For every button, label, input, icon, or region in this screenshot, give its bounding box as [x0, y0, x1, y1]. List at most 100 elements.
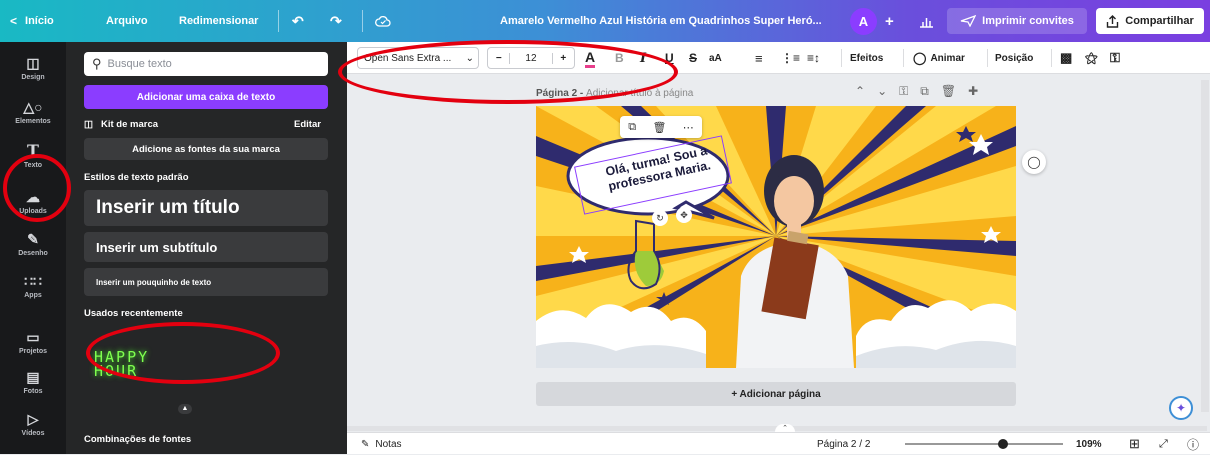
avatar[interactable]: A: [850, 8, 877, 35]
more-icon[interactable]: ⋯: [683, 121, 694, 134]
divider: [841, 49, 842, 67]
home-button[interactable]: < Início: [10, 0, 54, 42]
underline-icon[interactable]: U: [665, 42, 674, 74]
trash-icon[interactable]: 🗑: [941, 84, 968, 98]
subheading-style[interactable]: Inserir um subtítulo: [84, 232, 328, 262]
bold-icon[interactable]: B: [615, 42, 624, 74]
lock-icon[interactable]: ⚿: [899, 84, 920, 98]
italic-icon[interactable]: I: [640, 42, 646, 74]
brand-kit[interactable]: ◫ Kit de marca: [84, 119, 158, 130]
text-color-icon[interactable]: A: [585, 42, 596, 74]
magic-assistant-icon[interactable]: ✦: [1169, 396, 1193, 420]
briefcase-icon: ◫: [84, 119, 93, 130]
letter-case-icon[interactable]: aA: [709, 42, 722, 74]
font-size-stepper[interactable]: − 12 +: [487, 47, 575, 69]
notes-button[interactable]: ✎ Notas: [361, 433, 402, 455]
share-button[interactable]: Compartilhar: [1096, 8, 1204, 34]
align-center-icon[interactable]: ≡: [755, 42, 763, 74]
minus-icon[interactable]: −: [488, 53, 509, 64]
layout-icon: ◫: [26, 55, 40, 71]
redo-icon[interactable]: ↷: [330, 0, 342, 42]
top-bar: < Início Arquivo Redimensionar ↶ ↷ Amare…: [0, 0, 1210, 42]
body-text-style[interactable]: Inserir um pouquinho de texto: [84, 268, 328, 296]
folder-icon: ▭: [26, 329, 40, 345]
list-icon[interactable]: ⋮≡: [781, 42, 800, 74]
notes-icon: ✎: [361, 438, 370, 450]
spacing-icon[interactable]: ≡↕: [807, 42, 820, 74]
lock-icon[interactable]: ⚿: [1110, 42, 1120, 74]
zoom-level[interactable]: 109%: [1076, 433, 1102, 455]
rail-videos[interactable]: ▷ Vídeos: [0, 404, 66, 454]
font-combos-heading: Combinações de fontes: [84, 434, 192, 445]
vertical-scrollbar[interactable]: [1201, 80, 1209, 412]
search-input[interactable]: ⚲ Busque texto: [84, 52, 328, 76]
help-icon[interactable]: ⓘ: [1187, 433, 1199, 455]
status-bar: ✎ Notas Página 2 / 2 109% ⊞ ⤢ ⓘ: [347, 432, 1210, 454]
recent-heading: Usados recentemente: [84, 308, 183, 319]
rotate-icon[interactable]: ↻: [652, 210, 668, 226]
text-icon: T: [27, 141, 39, 160]
move-icon[interactable]: ✥: [676, 207, 692, 223]
shapes-icon: △○: [23, 99, 43, 115]
print-invites-button[interactable]: Imprimir convites: [947, 8, 1087, 34]
effects-button[interactable]: Efeitos: [850, 42, 883, 74]
position-button[interactable]: Posição: [995, 42, 1033, 74]
trash-icon[interactable]: 🗑: [652, 121, 666, 134]
document-title[interactable]: Amarelo Vermelho Azul História em Quadri…: [500, 0, 840, 42]
rail-text[interactable]: T Texto: [0, 136, 66, 186]
font-family-select[interactable]: Open Sans Extra ... ⌄: [357, 47, 479, 69]
add-page-icon[interactable]: ✚: [968, 84, 990, 98]
page-controls: ⌃⌄⚿⧉🗑✚: [855, 84, 990, 99]
heading-style[interactable]: Inserir um título: [84, 190, 328, 226]
video-icon: ▷: [27, 411, 39, 427]
zoom-slider[interactable]: [905, 433, 1063, 455]
add-page-button[interactable]: + Adicionar página: [536, 382, 1016, 406]
add-brand-fonts-button[interactable]: Adicione as fontes da sua marca: [84, 138, 328, 160]
resize-menu[interactable]: Redimensionar: [179, 0, 258, 42]
element-context-menu: ⧉ 🗑 ⋯: [620, 116, 702, 138]
duplicate-icon[interactable]: ⧉: [628, 121, 636, 134]
grid-view-icon[interactable]: ⊞: [1129, 433, 1140, 455]
page-title-input[interactable]: Adicionar título à página: [586, 88, 693, 99]
search-icon: ⚲: [92, 56, 102, 71]
divider: [278, 10, 279, 32]
plus-icon[interactable]: +: [553, 53, 574, 64]
text-panel: ⚲ Busque texto Adicionar uma caixa de te…: [66, 42, 347, 454]
zoom-knob[interactable]: [997, 439, 1008, 449]
strikethrough-icon[interactable]: S: [689, 42, 697, 74]
chevron-up-icon[interactable]: ⌃: [855, 84, 877, 98]
plus-icon[interactable]: +: [885, 0, 894, 42]
apps-icon: ∷∷: [24, 273, 42, 289]
cloud-saved-icon[interactable]: [375, 0, 391, 42]
default-styles-heading: Estilos de texto padrão: [84, 172, 189, 183]
comment-icon[interactable]: ◯: [1022, 150, 1046, 174]
rail-elements[interactable]: △○ Elementos: [0, 92, 66, 142]
file-menu[interactable]: Arquivo: [106, 0, 148, 42]
rail-design[interactable]: ◫ Design: [0, 48, 66, 98]
fullscreen-icon[interactable]: ⤢: [1159, 433, 1168, 455]
cloud-upload-icon: ☁: [26, 189, 40, 205]
design-page[interactable]: Olá, turma! Sou a professora Maria. ⧉ 🗑 ⋯ …: [536, 106, 1016, 368]
chevron-down-icon: ⌄: [465, 52, 474, 64]
animate-button[interactable]: ◯ Animar: [913, 42, 965, 74]
chevron-up-icon[interactable]: ⌃: [775, 424, 795, 432]
add-textbox-button[interactable]: Adicionar uma caixa de texto: [84, 85, 328, 109]
page-header: Página 2 - Adicionar título à página: [536, 88, 694, 99]
undo-icon[interactable]: ↶: [292, 0, 304, 42]
stats-icon[interactable]: [919, 0, 934, 42]
page-indicator[interactable]: Página 2 / 2: [817, 433, 870, 455]
chevron-down-icon[interactable]: ⌄: [877, 84, 899, 98]
image-icon: ▤: [26, 369, 40, 385]
comic-illustration: [536, 106, 1016, 368]
duplicate-page-icon[interactable]: ⧉: [920, 84, 941, 98]
transparency-icon[interactable]: ▩: [1060, 42, 1072, 74]
chevron-left-icon: <: [10, 14, 18, 28]
pen-icon: ✎: [27, 231, 39, 247]
crown-icon: ▲: [178, 404, 192, 414]
send-icon: [960, 15, 977, 27]
recent-font-sample[interactable]: HAPPY HOUR: [94, 350, 194, 392]
rail-apps[interactable]: ∷∷ Apps: [0, 266, 66, 316]
divider: [362, 10, 363, 32]
edit-brand-link[interactable]: Editar: [294, 119, 321, 130]
paint-roller-icon[interactable]: ⚝: [1085, 42, 1098, 74]
